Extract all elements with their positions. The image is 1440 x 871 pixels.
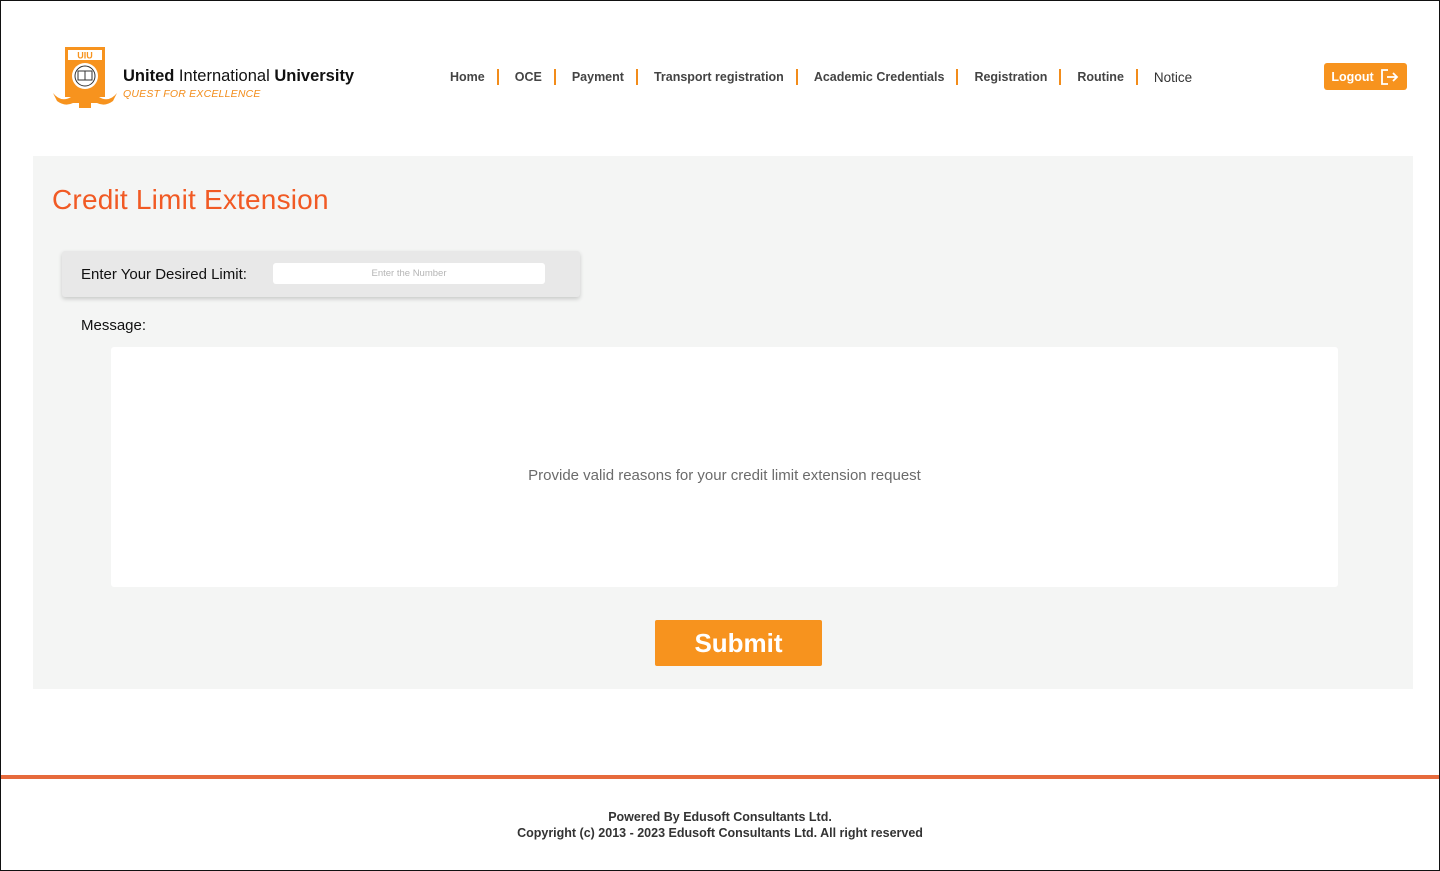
nav-divider [795, 69, 798, 85]
desired-limit-label: Enter Your Desired Limit: [81, 266, 247, 283]
logout-label: Logout [1331, 69, 1374, 84]
message-label: Message: [81, 317, 147, 334]
logout-button[interactable]: Logout [1324, 63, 1407, 90]
logout-arrow-icon [1380, 68, 1398, 85]
university-logo[interactable]: UIU United International University QUES… [51, 45, 371, 111]
powered-by-text: Powered By Edusoft Consultants Ltd. [608, 810, 832, 824]
main-nav: Home OCE Payment Transport registration … [450, 68, 1192, 86]
footer: Powered By Edusoft Consultants Ltd. Copy… [1, 809, 1439, 841]
nav-registration[interactable]: Registration [974, 70, 1047, 84]
university-tagline: QUEST FOR EXCELLENCE [123, 88, 261, 100]
nav-oce[interactable]: OCE [515, 70, 542, 84]
nav-routine[interactable]: Routine [1077, 70, 1124, 84]
nav-divider [1059, 69, 1062, 85]
page: UIU United International University QUES… [0, 0, 1440, 871]
submit-button[interactable]: Submit [655, 620, 822, 666]
nav-divider [1135, 69, 1138, 85]
message-textarea[interactable] [111, 347, 1338, 587]
nav-divider [956, 69, 959, 85]
nav-payment[interactable]: Payment [572, 70, 624, 84]
nav-home[interactable]: Home [450, 70, 485, 84]
nav-divider [553, 69, 556, 85]
top-header: UIU United International University QUES… [1, 1, 1439, 151]
nav-divider [496, 69, 499, 85]
nav-divider [635, 69, 638, 85]
nav-notice[interactable]: Notice [1154, 70, 1192, 85]
university-name: United International University [123, 67, 355, 85]
page-title: Credit Limit Extension [52, 184, 329, 215]
desired-limit-input[interactable] [273, 263, 545, 284]
footer-divider [1, 775, 1439, 779]
nav-academic-credentials[interactable]: Academic Credentials [814, 70, 945, 84]
credit-limit-panel: Credit Limit Extension Enter Your Desire… [33, 156, 1413, 689]
nav-transport-registration[interactable]: Transport registration [654, 70, 784, 84]
uiu-crest-icon: UIU [53, 47, 117, 108]
copyright-text: Copyright (c) 2013 - 2023 Edusoft Consul… [517, 826, 923, 840]
svg-text:UIU: UIU [77, 51, 93, 61]
desired-limit-box: Enter Your Desired Limit: [62, 251, 580, 297]
